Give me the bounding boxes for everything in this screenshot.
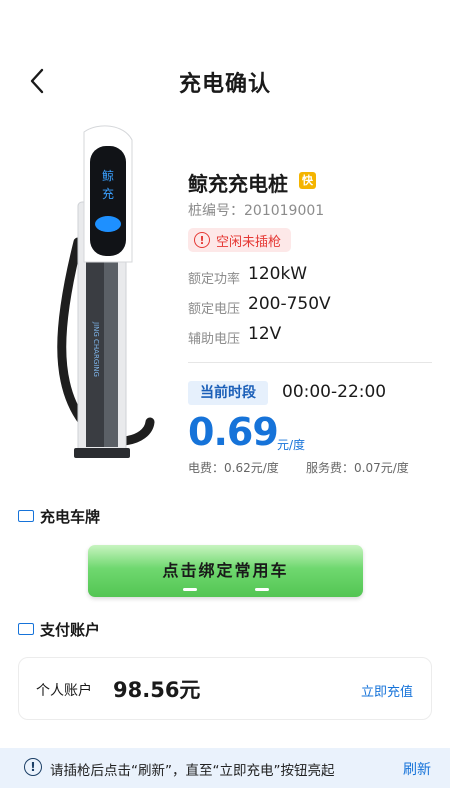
recharge-link[interactable]: 立即充值 xyxy=(361,681,413,700)
button-indicator xyxy=(183,588,197,591)
svg-text:充: 充 xyxy=(102,186,114,201)
charger-code-value: 201019001 xyxy=(244,203,325,219)
status-text: 空闲未插枪 xyxy=(216,234,282,250)
price-unit: 元/度 xyxy=(277,438,306,452)
spec-label: 辅助电压 xyxy=(188,332,241,347)
spec-value: 12V xyxy=(248,324,282,344)
info-icon: ! xyxy=(24,758,42,776)
bind-vehicle-button[interactable]: 点击绑定常用车 xyxy=(88,545,363,597)
section-title-payment: 支付账户 xyxy=(40,621,101,639)
page-title: 充电确认 xyxy=(178,72,271,97)
divider xyxy=(188,362,432,363)
account-balance: 98.56元 xyxy=(113,678,201,702)
charger-code-label: 桩编号： xyxy=(188,203,244,219)
price-value: 0.69 xyxy=(188,410,279,454)
current-period-label: 当前时段 xyxy=(188,381,268,405)
current-period-time: 00:00-22:00 xyxy=(282,382,387,402)
alert-icon: ! xyxy=(194,232,210,248)
spec-label: 额定电压 xyxy=(188,302,241,317)
button-indicator xyxy=(255,588,269,591)
charger-brand-text: JING CHARGING xyxy=(92,321,100,377)
fast-charge-badge: 快 xyxy=(299,172,316,189)
charger-logo-text: 鲸 xyxy=(102,168,114,183)
account-label: 个人账户 xyxy=(36,683,92,699)
electric-fee: 电费：0.62元/度 xyxy=(188,461,279,475)
refresh-button[interactable]: 刷新 xyxy=(403,759,431,779)
section-title-plate: 充电车牌 xyxy=(40,508,101,526)
service-fee: 服务费：0.07元/度 xyxy=(306,461,409,475)
charger-name: 鲸充充电桩 xyxy=(188,172,288,196)
spec-label: 额定功率 xyxy=(188,272,241,287)
charger-code: 桩编号：201019001 xyxy=(188,200,324,220)
spec-value: 200-750V xyxy=(248,294,331,314)
status-badge: ! 空闲未插枪 xyxy=(188,228,292,252)
whale-logo-icon xyxy=(95,216,121,232)
spec-value: 120kW xyxy=(248,264,308,284)
license-plate-icon xyxy=(18,510,34,522)
notice-text: 请插枪后点击“刷新”，直至“立即充电”按钮亮起 xyxy=(50,763,335,779)
wallet-icon xyxy=(18,623,34,635)
charger-image: 鲸 充 JING CHARGING xyxy=(57,125,155,458)
